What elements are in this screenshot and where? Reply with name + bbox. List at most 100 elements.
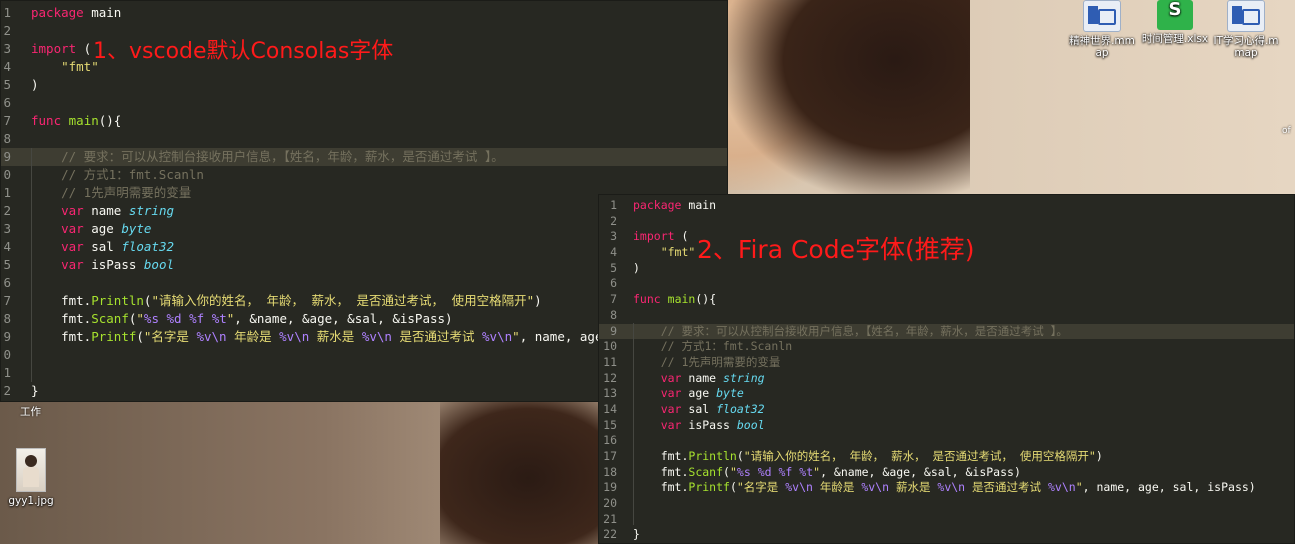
desktop-icon-label-fragment[interactable]: of: [1282, 126, 1291, 136]
line-number: 10: [603, 339, 617, 354]
desktop-icon-label: gyy1.jpg: [8, 495, 54, 507]
image-file-icon: [16, 448, 46, 492]
annotation-fira-code: 2、Fira Code字体(推荐): [697, 235, 975, 264]
code-line[interactable]: 5): [1, 76, 727, 94]
line-number: 1: [3, 185, 11, 200]
code-text: package main: [633, 198, 717, 212]
line-number: 5: [610, 260, 617, 275]
code-line[interactable]: 12 var name string: [599, 371, 1294, 387]
code-text: }: [31, 383, 39, 398]
code-line[interactable]: 17 fmt.Println("请输入你的姓名， 年龄， 薪水， 是否通过考试，…: [599, 449, 1294, 465]
code-text: // 1先声明需要的变量: [633, 354, 781, 369]
code-text: var sal float32: [61, 239, 175, 254]
code-line[interactable]: 21: [599, 512, 1294, 528]
code-line[interactable]: 13 var age byte: [599, 386, 1294, 402]
line-number: 5: [3, 257, 11, 272]
code-line[interactable]: 8: [1, 130, 727, 148]
desktop-icon-mmap-2[interactable]: IT学习心得.mmap: [1212, 0, 1280, 59]
line-number: 7: [3, 293, 11, 308]
code-text: ): [633, 260, 640, 275]
code-line[interactable]: 20: [599, 496, 1294, 512]
line-number: 8: [3, 131, 11, 146]
code-line[interactable]: 16: [599, 433, 1294, 449]
code-line[interactable]: 9 // 要求：可以从控制台接收用户信息，【姓名，年龄，薪水，是否通过考试 】。: [1, 148, 727, 166]
wallpaper-hair: [720, 0, 970, 200]
line-number: 2: [610, 213, 617, 228]
line-number: 0: [3, 347, 11, 362]
line-number: 9: [3, 149, 11, 164]
code-line[interactable]: 10 // 方式1：fmt.Scanln: [599, 339, 1294, 355]
indent-guide: [633, 323, 634, 525]
code-text: fmt.Scanf("%s %d %f %t", &name, &age, &s…: [31, 311, 453, 326]
line-number: 17: [603, 449, 617, 463]
line-number: 4: [3, 59, 11, 74]
line-number: 22: [603, 527, 617, 542]
line-number: 1: [610, 198, 617, 212]
code-text: fmt.Println("请输入你的姓名， 年龄， 薪水， 是否通过考试， 使用…: [633, 449, 1103, 463]
code-line[interactable]: 7 func main(){: [1, 112, 727, 130]
code-text: var age byte: [660, 386, 744, 401]
line-number: 2: [3, 203, 11, 218]
desktop-icon-jpg[interactable]: gyy1.jpg: [0, 448, 65, 507]
line-number: 16: [603, 433, 617, 448]
desktop-icon-xlsx[interactable]: S 时间管理.xlsx: [1141, 0, 1209, 45]
code-text: fmt.Scanf("%s %d %f %t", &name, &age, &s…: [633, 464, 1021, 479]
line-number: 15: [603, 417, 617, 432]
line-number: 8: [3, 311, 11, 326]
code-text: fmt.Println("请输入你的姓名， 年龄， 薪水， 是否通过考试， 使用…: [31, 293, 542, 308]
line-number: 9: [610, 323, 617, 338]
line-number: 3: [3, 41, 11, 56]
line-number: 13: [603, 386, 617, 401]
annotation-consolas: 1、vscode默认Consolas字体: [93, 39, 394, 64]
code-line[interactable]: 9 // 要求：可以从控制台接收用户信息，【姓名，年龄，薪水，是否通过考试 】。: [599, 323, 1294, 340]
line-number: 19: [603, 480, 617, 495]
mindmap-file-icon: [1227, 0, 1265, 32]
line-number: 4: [3, 239, 11, 254]
line-number: 1: [3, 365, 11, 380]
code-text: var isPass bool: [61, 257, 175, 272]
line-number: 2: [3, 23, 11, 38]
code-line[interactable]: 7 func main(){: [599, 292, 1294, 308]
line-number: 6: [610, 276, 617, 291]
desktop-icon-label-work[interactable]: 工作: [20, 404, 41, 419]
line-number: 1: [3, 5, 11, 20]
code-line[interactable]: 19 fmt.Printf("名字是 %v\n 年龄是 %v\n 薪水是 %v\…: [599, 480, 1294, 496]
code-text: fmt.Printf("名字是 %v\n 年龄是 %v\n 薪水是 %v\n 是…: [633, 480, 1256, 495]
indent-guide: [31, 148, 32, 382]
code-line[interactable]: 1 package main: [1, 4, 727, 22]
code-text: var isPass bool: [660, 417, 765, 432]
desktop-icon-label: IT学习心得.mmap: [1213, 35, 1279, 59]
line-number: 14: [603, 401, 617, 416]
code-text: func main(){: [633, 292, 717, 307]
code-text: var name string: [660, 370, 765, 385]
line-number: 3: [3, 221, 11, 236]
line-number: 3: [610, 229, 617, 244]
line-number: 20: [603, 496, 617, 511]
code-text: // 方式1：fmt.Scanln: [31, 167, 204, 182]
code-line[interactable]: 0 // 方式1：fmt.Scanln: [1, 166, 727, 184]
code-line[interactable]: 11 // 1先声明需要的变量: [599, 355, 1294, 371]
code-line[interactable]: 15 var isPass bool: [599, 418, 1294, 434]
line-number: 7: [610, 292, 617, 307]
code-text: }: [633, 527, 640, 542]
code-text: import (: [31, 41, 92, 56]
line-number: 21: [603, 511, 617, 526]
line-number: 4: [610, 245, 617, 260]
code-text: // 1先声明需要的变量: [31, 185, 192, 200]
line-number: 7: [3, 113, 11, 128]
code-line[interactable]: 6: [599, 276, 1294, 292]
code-line[interactable]: 22}: [599, 527, 1294, 543]
code-line[interactable]: 14 var sal float32: [599, 402, 1294, 418]
desktop-icon-mmap-1[interactable]: 精神世界.mmap: [1068, 0, 1136, 59]
code-text: // 要求：可以从控制台接收用户信息，【姓名，年龄，薪水，是否通过考试 】。: [31, 149, 504, 164]
code-text: ): [31, 77, 39, 92]
line-number: 0: [3, 167, 11, 182]
code-text: func main(){: [31, 113, 122, 128]
code-text: // 要求：可以从控制台接收用户信息，【姓名，年龄，薪水，是否通过考试 】。: [633, 323, 1068, 338]
code-line[interactable]: 2: [599, 214, 1294, 230]
line-number: 6: [3, 275, 11, 290]
code-line[interactable]: 1 package main: [599, 198, 1294, 214]
code-line[interactable]: 18 fmt.Scanf("%s %d %f %t", &name, &age,…: [599, 465, 1294, 481]
code-line[interactable]: 8: [599, 308, 1294, 324]
code-line[interactable]: 6: [1, 94, 727, 112]
